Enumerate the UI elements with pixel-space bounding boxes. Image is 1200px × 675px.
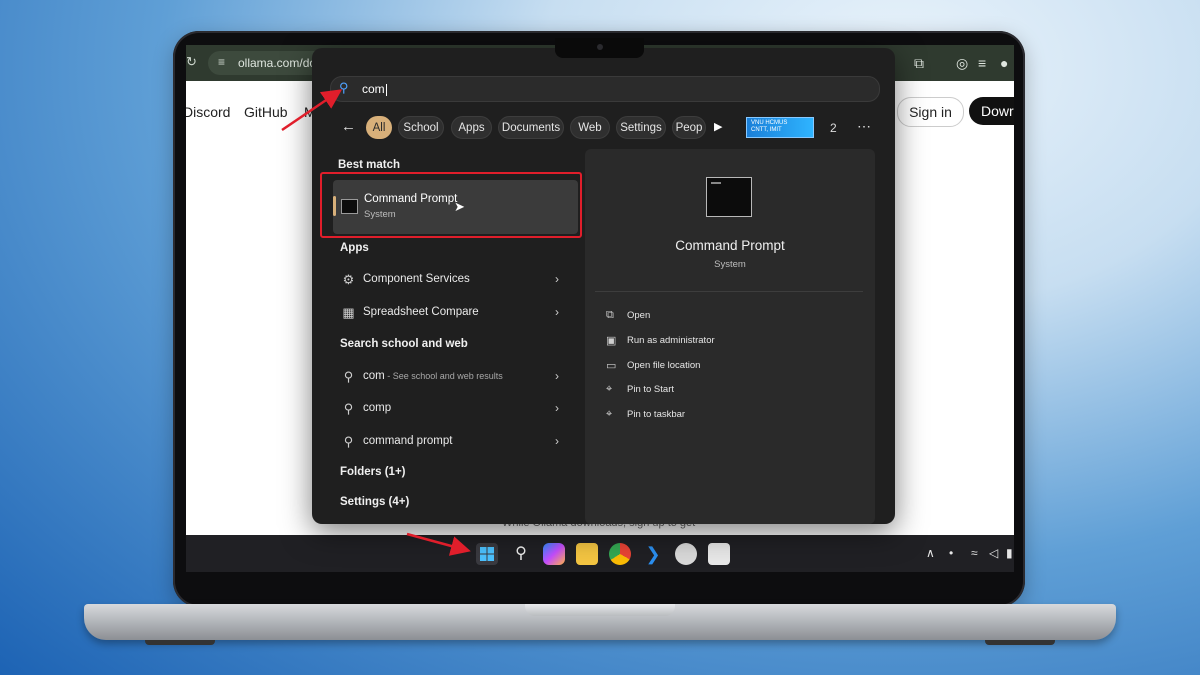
shield-admin-icon: ▣ (606, 335, 617, 347)
start-button[interactable] (476, 543, 498, 565)
sign-in-button[interactable]: Sign in (897, 97, 964, 127)
action-pin-to-start[interactable]: Pin to Start (627, 384, 674, 395)
details-subtitle: System (714, 259, 746, 270)
back-arrow-icon[interactable]: ← (341, 118, 356, 135)
extensions-icon[interactable]: ⧉ (914, 55, 924, 72)
reload-icon[interactable]: ↻ (186, 54, 197, 70)
chevron-right-icon[interactable]: › (555, 401, 559, 415)
pin-icon: ⌖ (606, 408, 613, 420)
chrome-icon[interactable] (609, 543, 631, 565)
laptop-foot (145, 640, 215, 645)
action-run-as-admin[interactable]: Run as administrator (627, 335, 715, 346)
nav-link-discord[interactable]: Discord (186, 104, 230, 120)
spreadsheet-icon: ▦ (342, 305, 355, 320)
chevron-right-icon[interactable]: › (555, 369, 559, 383)
search-icon: ⚲ (339, 80, 349, 95)
file-explorer-icon[interactable] (576, 543, 598, 565)
app-item-spreadsheet-compare[interactable]: Spreadsheet Compare (363, 306, 479, 318)
filter-chip-documents[interactable]: Documents (498, 116, 564, 139)
component-services-icon: ⚙ (342, 272, 355, 287)
microphone-icon[interactable]: • (949, 546, 953, 560)
search-icon: ⚲ (343, 401, 354, 416)
chevron-right-icon[interactable]: › (555, 434, 559, 448)
best-match-heading: Best match (338, 159, 400, 171)
search-query[interactable]: com (362, 82, 387, 96)
battery-icon[interactable]: ▮ (1006, 546, 1013, 560)
command-prompt-large-icon (706, 177, 752, 217)
site-info-icon[interactable]: ≡ (218, 55, 225, 69)
show-hidden-icons-icon[interactable]: ∧ (926, 546, 935, 560)
url-text[interactable]: ollama.com/dov (238, 56, 322, 70)
apps-heading: Apps (340, 242, 369, 254)
camera (597, 44, 603, 50)
action-open-file-location[interactable]: Open file location (627, 360, 700, 371)
taskbar: ⚲ ❯ ∧ • ≈ ◁ ▮ (186, 535, 1014, 572)
reading-list-icon[interactable]: ≡ (978, 55, 986, 71)
chevron-right-icon[interactable]: › (555, 305, 559, 319)
copilot-app-icon[interactable] (543, 543, 565, 565)
details-title: Command Prompt (675, 238, 785, 253)
divider (595, 291, 863, 292)
pin-icon: ⌖ (606, 383, 613, 395)
filter-chip-all[interactable]: All (366, 116, 392, 139)
promo-subtext: CNTT, IMIT (751, 127, 782, 133)
web-item-command-prompt[interactable]: command prompt (363, 435, 452, 447)
filter-chip-web[interactable]: Web (570, 116, 610, 139)
folder-icon: ▭ (606, 360, 617, 372)
web-item-com[interactable]: com - See school and web results (363, 370, 503, 382)
nav-link-github[interactable]: GitHub (244, 104, 288, 120)
more-options-icon[interactable]: ⋯ (857, 118, 871, 135)
search-highlight-banner[interactable]: VNU HCMUS CNTT, IMIT (746, 117, 814, 138)
open-external-icon: ⧉ (606, 309, 614, 321)
copilot-icon[interactable]: ◎ (956, 55, 968, 72)
web-heading: Search school and web (340, 338, 468, 350)
clock-app-icon[interactable] (675, 543, 697, 565)
more-filters-arrow-icon[interactable]: ▶ (714, 120, 722, 133)
download-button[interactable]: Dowr (969, 97, 1014, 125)
laptop-lip (525, 604, 675, 616)
search-input[interactable]: ⚲ com (330, 76, 880, 102)
promo-text: VNU HCMUS (751, 120, 788, 126)
action-pin-to-taskbar[interactable]: Pin to taskbar (627, 409, 685, 420)
search-icon: ⚲ (343, 369, 354, 384)
wifi-icon[interactable]: ≈ (971, 546, 978, 560)
web-item-comp[interactable]: comp (363, 402, 391, 414)
search-icon: ⚲ (343, 434, 354, 449)
details-pane: Command Prompt System ⧉ Open ▣ Run as ad… (585, 149, 875, 524)
vscode-icon[interactable]: ❯ (642, 543, 664, 565)
laptop-foot (985, 640, 1055, 645)
windows-logo-icon (480, 547, 494, 561)
filter-chip-people[interactable]: Peop (672, 116, 706, 139)
profile-icon[interactable]: ● (1000, 55, 1008, 71)
folders-heading[interactable]: Folders (1+) (340, 466, 406, 478)
filter-chip-settings[interactable]: Settings (616, 116, 666, 139)
chevron-right-icon[interactable]: › (555, 272, 559, 286)
start-search-panel: ⚲ com ← All School Apps Documents Web Se… (312, 48, 895, 524)
rewards-count[interactable]: 2 (830, 121, 837, 135)
action-open[interactable]: Open (627, 310, 650, 321)
settings-heading[interactable]: Settings (4+) (340, 496, 409, 508)
volume-icon[interactable]: ◁ (989, 546, 998, 560)
filter-chip-school[interactable]: School (398, 116, 444, 139)
taskbar-search-icon[interactable]: ⚲ (510, 543, 532, 565)
snipping-tool-icon[interactable] (708, 543, 730, 565)
highlight-box (320, 172, 582, 238)
app-item-component-services[interactable]: Component Services (363, 273, 470, 285)
filter-chip-apps[interactable]: Apps (451, 116, 492, 139)
